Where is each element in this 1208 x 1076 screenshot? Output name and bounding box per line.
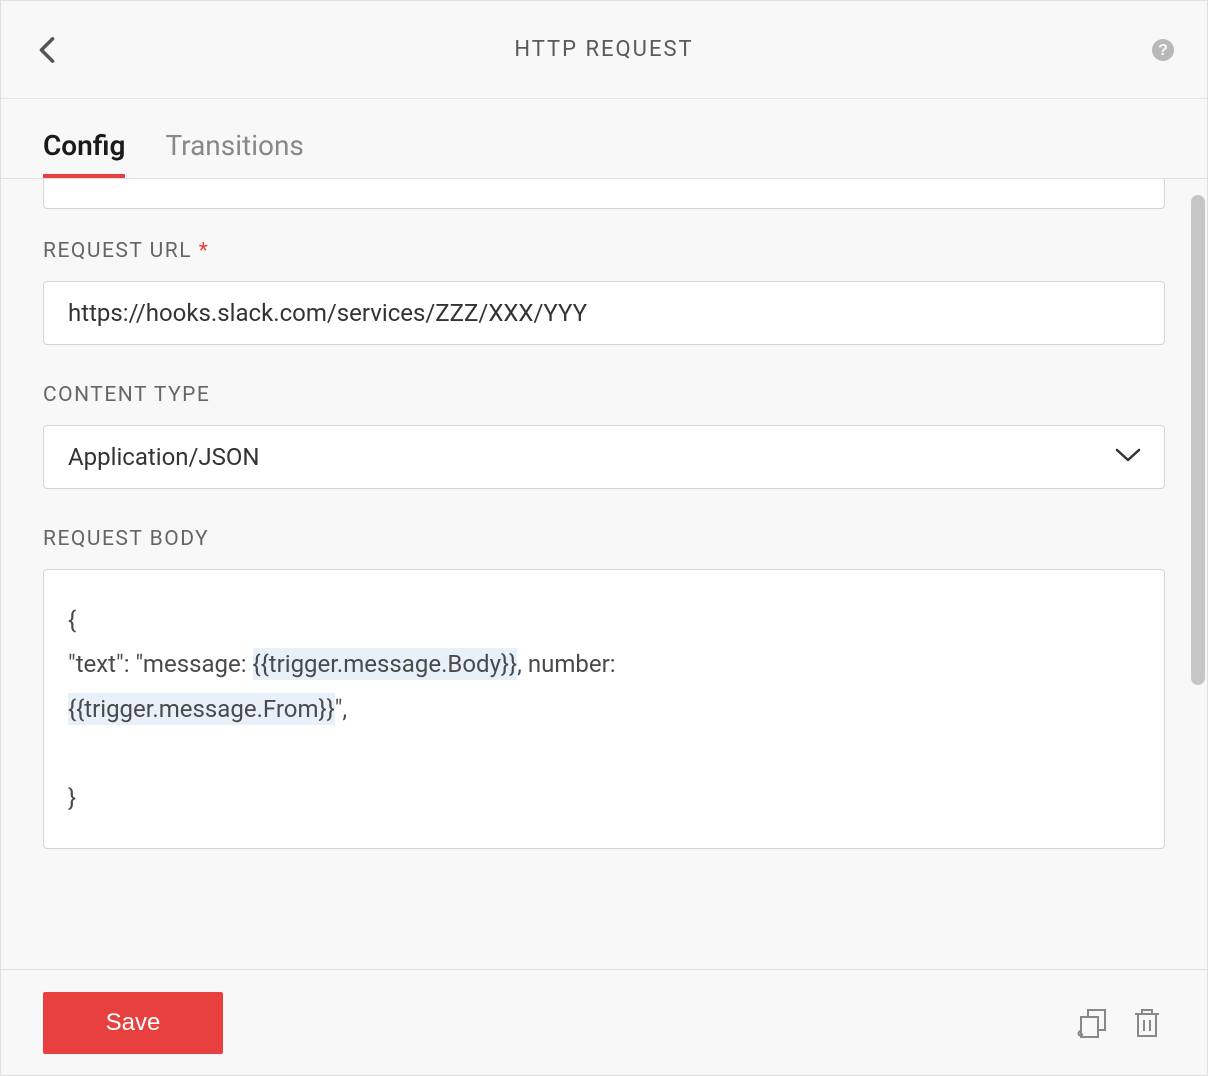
previous-field-edge[interactable] xyxy=(43,179,1165,209)
content-type-value: Application/JSON xyxy=(68,443,260,471)
content-type-label: CONTENT TYPE xyxy=(43,383,1165,407)
footer: Save xyxy=(1,969,1207,1075)
content-area: REQUEST URL * CONTENT TYPE Application/J… xyxy=(1,179,1207,969)
tab-config[interactable]: Config xyxy=(43,129,125,178)
help-button[interactable]: ? xyxy=(1149,36,1177,64)
tabs: Config Transitions xyxy=(43,129,1165,178)
request-url-input[interactable] xyxy=(43,281,1165,345)
request-url-label: REQUEST URL * xyxy=(43,239,1165,263)
request-url-field-group: REQUEST URL * xyxy=(43,239,1165,345)
request-body-input[interactable]: { "text": "message: {{trigger.message.Bo… xyxy=(43,569,1165,849)
panel-header: HTTP REQUEST ? xyxy=(1,1,1207,99)
save-button[interactable]: Save xyxy=(43,992,223,1054)
required-asterisk: * xyxy=(199,239,210,263)
scrollbar[interactable] xyxy=(1191,195,1205,895)
trash-icon xyxy=(1132,1006,1162,1040)
content-type-field-group: CONTENT TYPE Application/JSON xyxy=(43,383,1165,489)
template-variable: {{trigger.message.Body}} xyxy=(253,648,518,680)
svg-text:?: ? xyxy=(1158,42,1168,59)
page-title: HTTP REQUEST xyxy=(514,37,693,62)
tabs-container: Config Transitions xyxy=(1,99,1207,179)
scrollbar-thumb[interactable] xyxy=(1191,195,1205,685)
delete-button[interactable] xyxy=(1129,1005,1165,1041)
template-variable: {{trigger.message.From}} xyxy=(68,693,335,725)
content-type-select[interactable]: Application/JSON xyxy=(43,425,1165,489)
back-button[interactable] xyxy=(31,34,63,66)
chevron-left-icon xyxy=(38,36,56,64)
request-body-label: REQUEST BODY xyxy=(43,527,1165,551)
duplicate-button[interactable] xyxy=(1075,1005,1111,1041)
tab-transitions[interactable]: Transitions xyxy=(165,129,303,178)
duplicate-icon xyxy=(1077,1007,1109,1039)
http-request-panel: HTTP REQUEST ? Config Transitions REQUES… xyxy=(0,0,1208,1076)
footer-actions xyxy=(1075,1005,1165,1041)
request-body-field-group: REQUEST BODY { "text": "message: {{trigg… xyxy=(43,527,1165,849)
help-icon: ? xyxy=(1151,38,1175,62)
